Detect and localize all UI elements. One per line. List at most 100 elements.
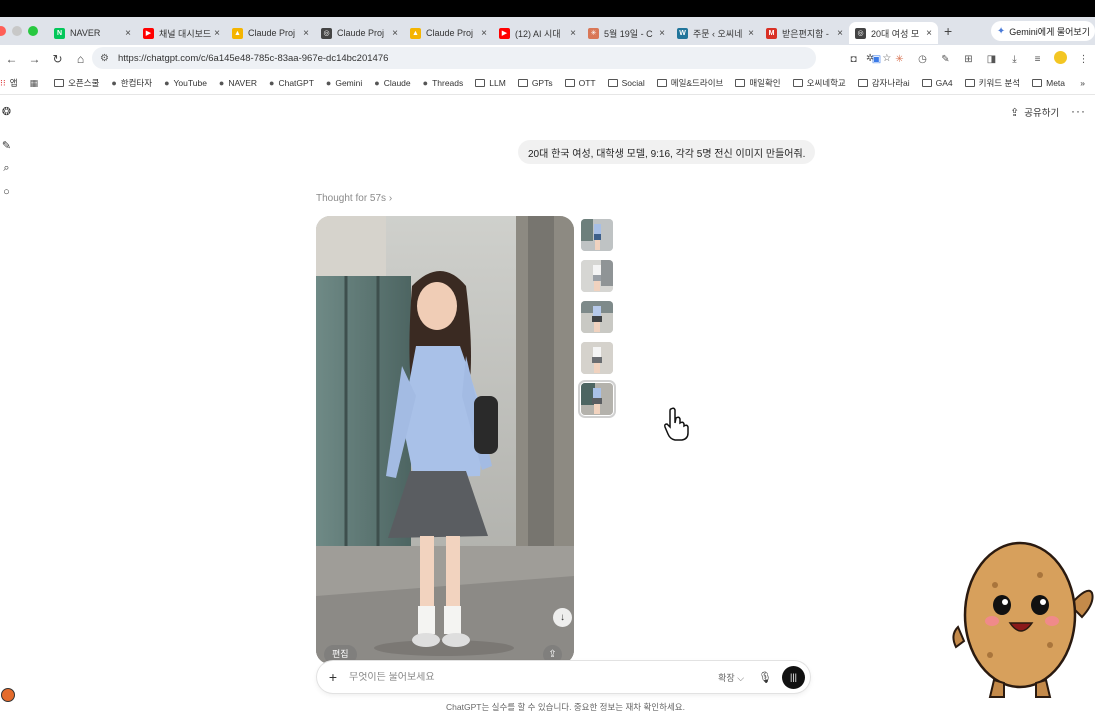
- bookmark-13[interactable]: OTT: [564, 78, 596, 88]
- download-icon[interactable]: ⤓: [1003, 54, 1026, 65]
- sidepanel-icon[interactable]: ◨: [980, 54, 1003, 65]
- url-field[interactable]: ⚙ https://chatgpt.com/c/6a145e48-785c-83…: [92, 47, 891, 69]
- folder-icon: [54, 79, 65, 87]
- site-favicon-icon: ●: [111, 78, 117, 88]
- generated-image-main[interactable]: [316, 216, 574, 664]
- bookmark-label: Social: [621, 78, 645, 88]
- thumbnail-1[interactable]: [581, 219, 613, 251]
- tab-close-icon[interactable]: ×: [125, 28, 131, 39]
- microphone-icon[interactable]: 🎙: [758, 671, 772, 684]
- thumbnail-2[interactable]: [581, 260, 613, 292]
- thought-toggle[interactable]: Thought for 57s ›: [316, 193, 392, 204]
- profile-avatar-icon[interactable]: [1049, 51, 1072, 67]
- bookmark-3[interactable]: 오픈스쿨: [54, 77, 99, 89]
- claude-extension-icon[interactable]: ✳: [888, 54, 911, 65]
- tab-close-icon[interactable]: ×: [214, 28, 220, 39]
- tab-close-icon[interactable]: ×: [748, 28, 754, 39]
- tab-label: Claude Proj: [337, 28, 385, 38]
- bookmark-15[interactable]: 메일&드라이브: [656, 77, 723, 89]
- new-tab-icon[interactable]: +: [944, 23, 952, 39]
- folder-icon: [475, 79, 486, 87]
- bookmark-17[interactable]: 오씨네학교: [792, 77, 846, 89]
- chat-bubble-icon[interactable]: ○: [0, 186, 13, 199]
- browser-tab-9[interactable]: M 받은편지함 - ×: [760, 22, 849, 44]
- bookmarks-bar: ⁝⁝ 앱 ▦ 오픈스쿨 ● 한컴타자 ● YouTube ● NAVER ● ChatGPT ● Gemi…: [0, 72, 1095, 95]
- browser-tab-4[interactable]: ◎ Claude Proj ×: [315, 22, 404, 44]
- bookmarks-overflow-icon[interactable]: »: [1080, 78, 1085, 88]
- bookmark-label: YouTube: [173, 78, 207, 88]
- voice-mode-icon[interactable]: |||: [782, 665, 805, 689]
- tab-close-icon[interactable]: ×: [659, 28, 665, 39]
- back-icon[interactable]: ←: [0, 52, 23, 66]
- new-chat-icon[interactable]: ✎: [0, 140, 13, 153]
- attach-plus-icon[interactable]: +: [317, 669, 349, 685]
- screen-capture-icon[interactable]: ▣: [865, 54, 888, 65]
- browser-tab-5[interactable]: ▲ Claude Proj ×: [404, 22, 493, 44]
- bookmark-21[interactable]: Meta: [1032, 78, 1065, 88]
- download-image-icon[interactable]: ↓: [553, 608, 572, 627]
- potato-mascot-sticker: [952, 541, 1094, 698]
- folder-icon: [964, 79, 975, 87]
- bookmark-12[interactable]: GPTs: [517, 78, 553, 88]
- thumbnail-5-selected[interactable]: [578, 380, 616, 418]
- tab-list: N NAVER × ▶ 채널 대시보드 × ▲ Claude Proj × ◎ Claude Pro…: [48, 18, 938, 44]
- tab-close-icon[interactable]: ×: [570, 28, 576, 39]
- bookmark-6[interactable]: ● NAVER: [219, 78, 257, 88]
- link-extension-icon[interactable]: ✎: [934, 54, 957, 65]
- maximize-window-button[interactable]: [28, 26, 38, 36]
- tab-close-icon[interactable]: ×: [837, 28, 843, 39]
- camera-icon[interactable]: ◘: [842, 54, 865, 65]
- tab-close-icon[interactable]: ×: [303, 28, 309, 39]
- browser-tab-7[interactable]: ✳ 5월 19일 - C ×: [582, 22, 671, 44]
- minimize-window-button[interactable]: [12, 26, 22, 36]
- bookmark-19[interactable]: GA4: [921, 78, 953, 88]
- bookmark-label: LLM: [489, 78, 506, 88]
- home-icon[interactable]: ⌂: [69, 52, 92, 66]
- bookmark-9[interactable]: ● Claude: [374, 78, 410, 88]
- expand-dropdown[interactable]: 확장 ⌵: [718, 671, 744, 684]
- tab-label: 채널 대시보드: [159, 28, 212, 39]
- site-favicon-icon: ●: [218, 78, 225, 88]
- tab-close-icon[interactable]: ×: [481, 28, 487, 39]
- tab-close-icon[interactable]: ×: [926, 28, 932, 39]
- browser-menu-icon[interactable]: ⋮: [1072, 54, 1095, 65]
- media-control-icon[interactable]: ≡: [1026, 54, 1049, 65]
- bookmark-8[interactable]: ● Gemini: [326, 78, 362, 88]
- browser-tab-6[interactable]: ▶ (12) AI 시대 ×: [493, 22, 582, 44]
- bookmark-7[interactable]: ● ChatGPT: [269, 78, 314, 88]
- user-avatar[interactable]: [1, 688, 15, 702]
- forward-icon[interactable]: →: [23, 52, 46, 66]
- bookmark-20[interactable]: 키워드 분석: [964, 77, 1020, 89]
- bookmark-11[interactable]: LLM: [475, 78, 506, 88]
- bookmark-10[interactable]: ● Threads: [423, 78, 464, 88]
- browser-tab-10[interactable]: ◎ 20대 여성 모 ×: [849, 22, 938, 44]
- gemini-ask-button[interactable]: ✦ Gemini에게 물어보기: [990, 21, 1095, 41]
- reload-icon[interactable]: ↻: [46, 52, 69, 66]
- browser-tab-2[interactable]: ▶ 채널 대시보드 ×: [137, 22, 226, 44]
- tab-close-icon[interactable]: ×: [392, 28, 398, 39]
- puzzle-extension-icon[interactable]: ⊞: [957, 54, 980, 65]
- browser-tab-8[interactable]: W 주문 ‹ 오씨네 ×: [671, 22, 760, 44]
- address-bar: ← → ↻ ⌂ ⚙ https://chatgpt.com/c/6a145e48…: [0, 45, 1095, 72]
- bookmark-16[interactable]: 매일확인: [735, 77, 781, 89]
- share-button[interactable]: ⇪ 공유하기: [1010, 105, 1059, 120]
- bookmark-14[interactable]: Social: [607, 78, 645, 88]
- search-icon[interactable]: ⌕: [0, 162, 13, 175]
- browser-tab-3[interactable]: ▲ Claude Proj ×: [226, 22, 315, 44]
- thumbnail-4[interactable]: [581, 342, 613, 374]
- site-settings-icon[interactable]: ⚙: [100, 53, 109, 64]
- bookmark-2[interactable]: ▦: [30, 78, 43, 89]
- bookmark-1[interactable]: ⁝⁝ 앱: [0, 77, 18, 89]
- close-window-button[interactable]: [0, 26, 6, 36]
- more-options-icon[interactable]: ···: [1071, 104, 1086, 118]
- tab-label: (12) AI 시대: [515, 28, 561, 39]
- bookmark-18[interactable]: 감자나라ai: [857, 77, 910, 89]
- thumbnail-3[interactable]: [581, 301, 613, 333]
- bookmark-5[interactable]: ● YouTube: [164, 78, 207, 88]
- clock-extension-icon[interactable]: ◷: [911, 54, 934, 65]
- disclaimer-text: ChatGPT는 실수를 할 수 있습니다. 중요한 정보는 재차 확인하세요.: [446, 702, 685, 712]
- browser-tab-1[interactable]: N NAVER ×: [48, 22, 137, 44]
- bookmark-4[interactable]: ● 한컴타자: [111, 77, 152, 89]
- chatgpt-logo-icon[interactable]: ❂: [0, 106, 13, 119]
- chat-input[interactable]: [349, 671, 719, 683]
